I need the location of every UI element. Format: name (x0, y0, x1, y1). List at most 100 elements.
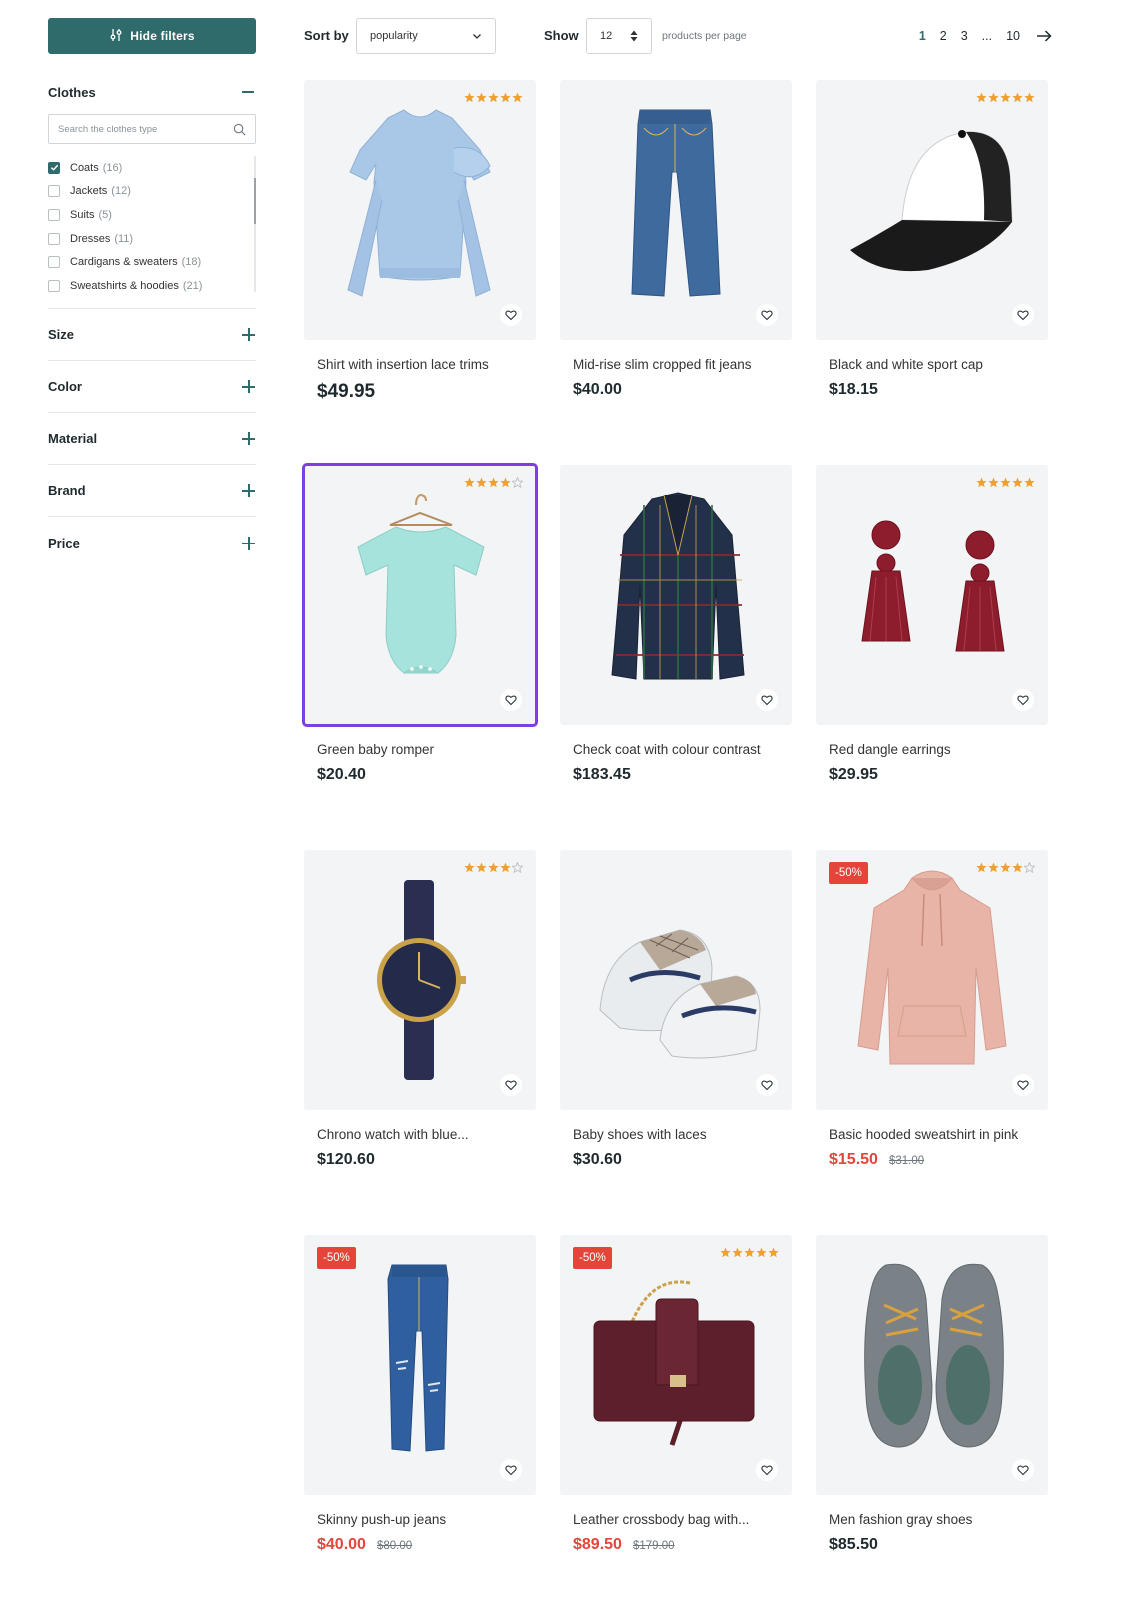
product-price: $49.95 (317, 381, 376, 402)
filter-section-material[interactable]: Material (48, 413, 256, 465)
next-page-arrow-icon[interactable] (1036, 30, 1052, 42)
clothes-type-option[interactable]: Sweatshirts & hoodies (21) (48, 274, 256, 298)
product-name[interactable]: Baby shoes with laces (560, 1127, 792, 1142)
product-image[interactable] (816, 80, 1048, 340)
product-price: $18.15 (829, 381, 878, 398)
search-icon[interactable] (233, 123, 246, 136)
earrings-icon (861, 520, 1005, 652)
product-image[interactable] (560, 80, 792, 340)
checkbox[interactable] (48, 208, 60, 221)
price-row: $49.95 (304, 381, 536, 403)
product-card[interactable]: Baby shoes with laces $30.60 (560, 850, 792, 1169)
wishlist-heart-icon[interactable] (1012, 689, 1034, 711)
page-link-1[interactable]: 1 (919, 29, 926, 43)
product-image[interactable] (560, 465, 792, 725)
filter-section-brand[interactable]: Brand (48, 465, 256, 517)
product-price: $15.50 (829, 1151, 878, 1168)
wishlist-heart-icon[interactable] (1012, 1074, 1034, 1096)
clothes-filter-header[interactable]: Clothes (48, 84, 256, 100)
checkbox[interactable] (48, 279, 60, 292)
clothes-type-option[interactable]: Coats (16) (48, 156, 256, 180)
wishlist-heart-icon[interactable] (756, 1074, 778, 1096)
hide-filters-button[interactable]: Hide filters (48, 18, 256, 54)
product-image[interactable] (816, 1235, 1048, 1495)
wishlist-heart-icon[interactable] (756, 1459, 778, 1481)
product-name[interactable]: Shirt with insertion lace trims (304, 357, 536, 372)
wishlist-heart-icon[interactable] (756, 304, 778, 326)
product-card[interactable]: Green baby romper $20.40 (302, 463, 538, 784)
expand-plus-icon[interactable] (242, 328, 255, 341)
product-card[interactable]: Check coat with colour contrast $183.45 (560, 465, 792, 784)
product-card[interactable]: Black and white sport cap $18.15 (816, 80, 1048, 399)
list-scrollbar-track[interactable] (254, 156, 256, 292)
filter-section-color[interactable]: Color (48, 361, 256, 413)
product-price: $20.40 (317, 766, 366, 783)
page-link-2[interactable]: 2 (940, 29, 947, 43)
product-image[interactable]: -50% (304, 1235, 536, 1495)
wishlist-heart-icon[interactable] (500, 1074, 522, 1096)
checkbox[interactable] (48, 185, 60, 198)
product-card[interactable]: Shirt with insertion lace trims $49.95 (304, 80, 536, 403)
product-image[interactable] (816, 465, 1048, 725)
expand-plus-icon[interactable] (242, 536, 255, 550)
product-name[interactable]: Green baby romper (304, 742, 536, 757)
product-image[interactable] (560, 850, 792, 1110)
product-image[interactable]: -50% (560, 1235, 792, 1495)
product-name[interactable]: Mid-rise slim cropped fit jeans (560, 357, 792, 372)
discount-badge: -50% (573, 1247, 612, 1269)
checkbox[interactable] (48, 232, 60, 245)
product-name[interactable]: Red dangle earrings (816, 742, 1048, 757)
checkbox[interactable] (48, 256, 60, 269)
wishlist-heart-icon[interactable] (1012, 304, 1034, 326)
star-filled-icon (768, 1247, 779, 1258)
sort-select[interactable]: popularity (356, 18, 496, 54)
list-scrollbar-thumb[interactable] (254, 178, 256, 224)
rating-stars (720, 1247, 779, 1258)
checkbox[interactable] (48, 161, 60, 174)
expand-plus-icon[interactable] (242, 484, 255, 497)
product-name[interactable]: Chrono watch with blue... (304, 1127, 536, 1142)
product-card[interactable]: -50% Basic hooded sweatshirt in pink $15… (816, 850, 1048, 1169)
clothes-type-option[interactable]: Dresses (11) (48, 227, 256, 251)
product-card[interactable]: -50% Skinny push-up jeans $40.00 $80.00 (304, 1235, 536, 1554)
wishlist-heart-icon[interactable] (756, 689, 778, 711)
filter-section-size[interactable]: Size (48, 309, 256, 361)
product-price: $30.60 (573, 1151, 622, 1168)
wishlist-heart-icon[interactable] (500, 1459, 522, 1481)
page-link-10[interactable]: 10 (1006, 29, 1020, 43)
product-name[interactable]: Leather crossbody bag with... (560, 1512, 792, 1527)
product-name[interactable]: Check coat with colour contrast (560, 742, 792, 757)
product-card[interactable]: -50% Leather crossbody bag with... $89.5… (560, 1235, 792, 1554)
product-image[interactable] (304, 850, 536, 1110)
clothes-type-options: Coats (16) Jackets (12) Suits (5) Dresses (11) C… (48, 156, 256, 298)
product-name[interactable]: Skinny push-up jeans (304, 1512, 536, 1527)
per-page-select[interactable]: 12 (586, 18, 652, 54)
clothes-type-option[interactable]: Jackets (12) (48, 180, 256, 204)
product-image[interactable] (302, 463, 538, 727)
wishlist-heart-icon[interactable] (1012, 1459, 1034, 1481)
clothes-type-option[interactable]: Cardigans & sweaters (18) (48, 250, 256, 274)
filter-section-price[interactable]: Price (48, 517, 256, 569)
hoodie-icon (857, 870, 1007, 1065)
product-card[interactable]: Mid-rise slim cropped fit jeans $40.00 (560, 80, 792, 399)
product-card[interactable]: Men fashion gray shoes $85.50 (816, 1235, 1048, 1554)
product-name[interactable]: Black and white sport cap (816, 357, 1048, 372)
star-filled-icon (476, 477, 487, 488)
product-card[interactable]: Red dangle earrings $29.95 (816, 465, 1048, 784)
wishlist-heart-icon[interactable] (500, 689, 522, 711)
wishlist-heart-icon[interactable] (500, 304, 522, 326)
expand-plus-icon[interactable] (242, 380, 255, 393)
clothes-type-label: Jackets (70, 185, 108, 198)
page-link-3[interactable]: 3 (961, 29, 968, 43)
expand-plus-icon[interactable] (242, 432, 255, 445)
product-image[interactable]: -50% (816, 850, 1048, 1110)
star-filled-icon (720, 1247, 731, 1258)
product-image[interactable] (304, 80, 536, 340)
clothes-type-option[interactable]: Suits (5) (48, 203, 256, 227)
product-name[interactable]: Basic hooded sweatshirt in pink (816, 1127, 1048, 1142)
product-card[interactable]: Chrono watch with blue... $120.60 (304, 850, 536, 1169)
star-filled-icon (976, 862, 987, 873)
product-name[interactable]: Men fashion gray shoes (816, 1512, 1048, 1527)
collapse-minus-icon[interactable] (242, 91, 254, 93)
clothes-search-input[interactable] (58, 123, 218, 135)
